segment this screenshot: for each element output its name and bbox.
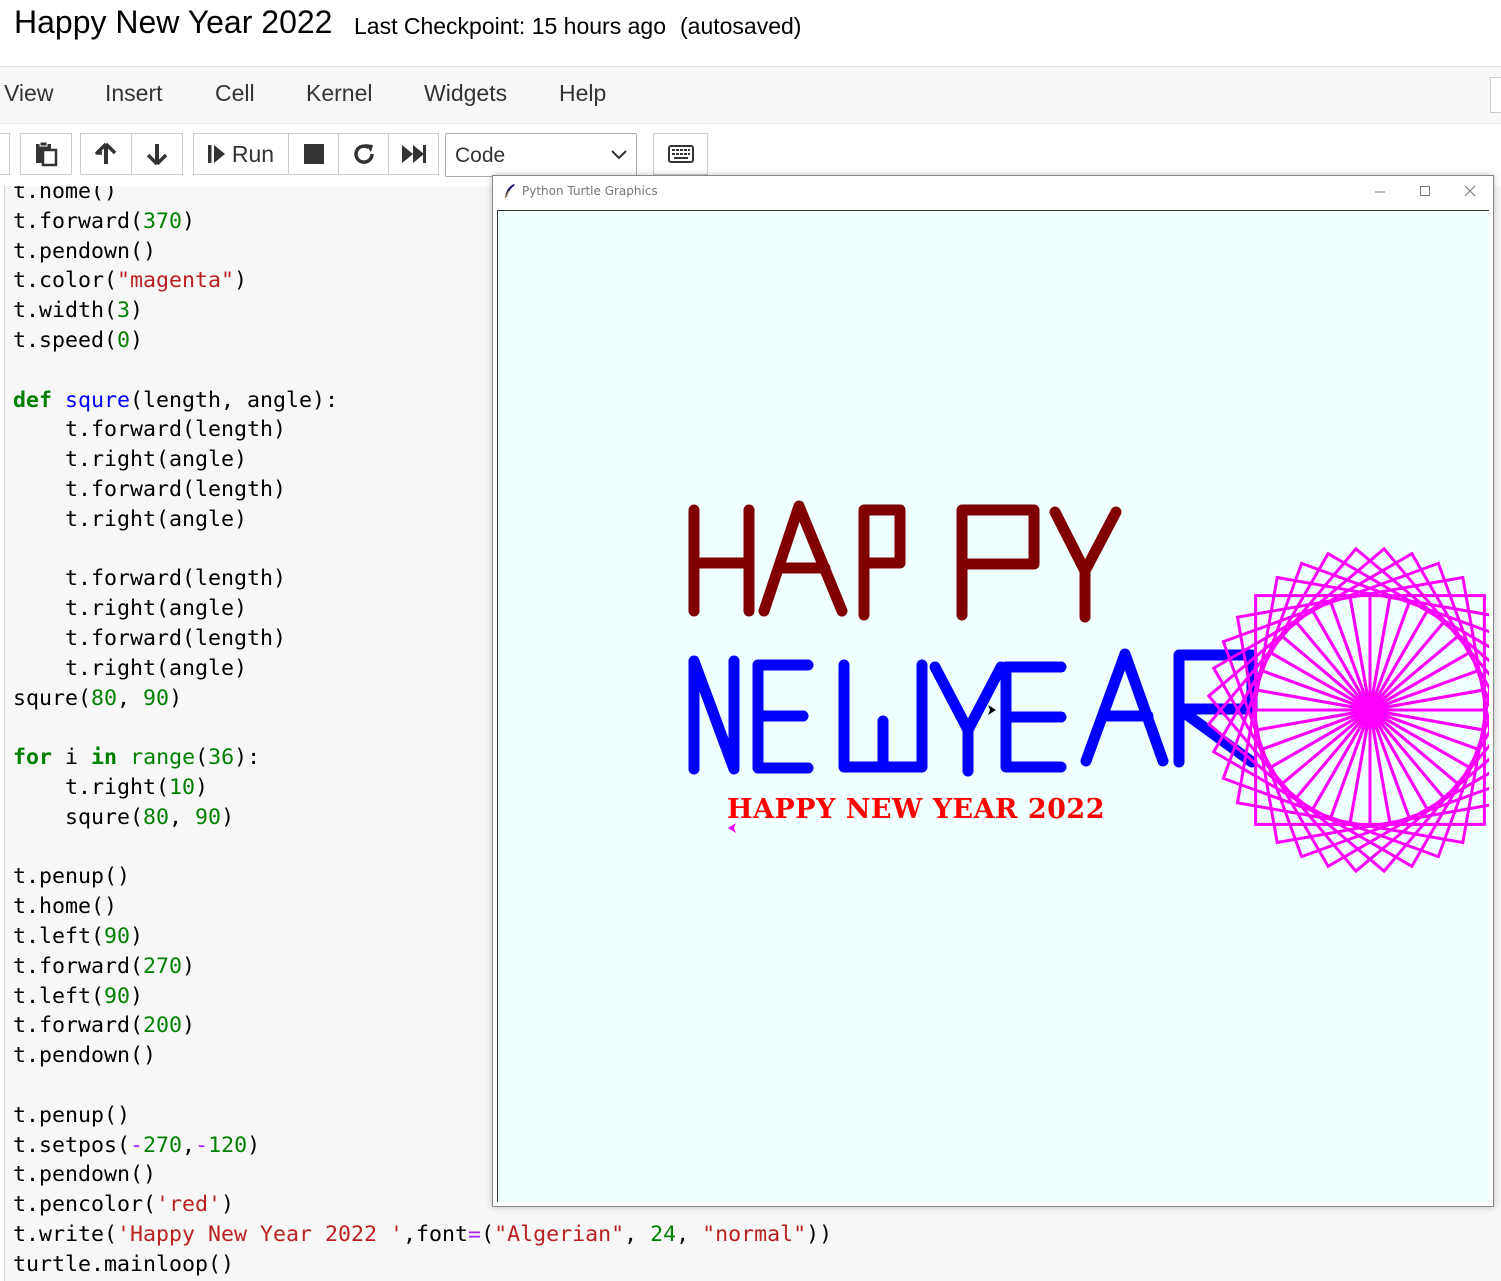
code-line: t.penup() [13, 1102, 131, 1128]
code-line: squre(80, 90) [13, 685, 183, 711]
code-line: t.penup() [13, 864, 131, 890]
command-palette-button[interactable] [653, 133, 708, 175]
move-down-icon [146, 144, 168, 166]
stop-icon [303, 144, 324, 164]
code-line: t.left(90) [13, 923, 144, 949]
move-down-button[interactable] [131, 133, 183, 175]
code-line: t.forward(200) [13, 1013, 196, 1039]
window-title: Python Turtle Graphics [522, 184, 658, 198]
mouse-pointer-icon [988, 705, 996, 715]
code-line: squre(80, 90) [13, 804, 235, 830]
menu-help[interactable]: Help [559, 80, 606, 107]
new-year-text-drawing [688, 648, 1258, 777]
code-line: t.left(90) [13, 983, 144, 1009]
chevron-down-icon [611, 150, 627, 160]
fast-forward-icon [401, 145, 426, 163]
autosave-status: (autosaved) [680, 13, 802, 39]
turtle-drawing [688, 500, 1489, 874]
copy-button[interactable] [0, 133, 10, 175]
menu-widgets[interactable]: Widgets [424, 80, 507, 107]
menu-cell[interactable]: Cell [215, 80, 255, 107]
menu-insert[interactable]: Insert [105, 80, 163, 107]
code-line: t.forward(length) [13, 476, 287, 502]
code-line: t.home() [13, 894, 118, 920]
code-line: t.right(10) [13, 774, 209, 800]
turtle-graphics-window[interactable]: Python Turtle Graphics HAPPY NEW YEAR 20… [492, 175, 1494, 1207]
code-line: t.right(angle) [13, 655, 248, 681]
code-line: t.width(3) [13, 298, 144, 324]
code-line: t.pendown() [13, 238, 157, 264]
close-icon[interactable] [1459, 182, 1481, 202]
happy-text-drawing [688, 500, 1122, 623]
feather-icon [504, 184, 515, 199]
code-line: t.speed(0) [13, 327, 144, 353]
code-line: t.forward(length) [13, 566, 287, 592]
code-line: t.write('Happy New Year 2022 ',font=("Al… [13, 1221, 833, 1247]
checkpoint-status: Last Checkpoint: 15 hours ago [354, 13, 666, 39]
code-line: t.right(angle) [13, 447, 248, 473]
move-up-icon [95, 142, 117, 164]
cell-type-value: Code [455, 144, 506, 167]
paste-icon [36, 141, 58, 167]
turtle-canvas: HAPPY NEW YEAR 2022 [497, 210, 1489, 1202]
maximize-icon[interactable] [1414, 182, 1436, 202]
keyboard-icon [667, 145, 694, 163]
run-icon [207, 145, 225, 163]
greeting-text: HAPPY NEW YEAR 2022 [727, 794, 1106, 825]
code-line: t.forward(length) [13, 625, 287, 651]
notebook-header: Happy New Year 2022 Last Checkpoint: 15 … [0, 0, 1501, 67]
window-titlebar[interactable]: Python Turtle Graphics [493, 176, 1493, 208]
menu-kernel[interactable]: Kernel [306, 80, 372, 107]
code-line: t.pendown() [13, 1043, 157, 1069]
interrupt-button[interactable] [288, 133, 339, 175]
code-line: t.pencolor('red') [13, 1192, 235, 1218]
code-line: t.color("magenta") [13, 268, 248, 294]
minimize-icon[interactable] [1369, 182, 1391, 202]
code-line: turtle.mainloop() [13, 1251, 235, 1277]
code-line: t.right(angle) [13, 506, 248, 532]
paste-button[interactable] [20, 133, 72, 175]
code-line: def squre(length, angle): [13, 387, 339, 413]
code-line: t.setpos(-270,-120) [13, 1132, 261, 1158]
cell-type-select[interactable]: Code [445, 133, 637, 177]
restart-icon [353, 144, 374, 164]
code-line: t.forward(length) [13, 417, 287, 443]
move-up-button[interactable] [80, 133, 132, 175]
restart-run-all-button[interactable] [388, 133, 439, 175]
code-line: t.home() [13, 186, 118, 204]
kernel-indicator [1490, 77, 1501, 113]
notebook-title[interactable]: Happy New Year 2022 [14, 4, 332, 41]
menu-view[interactable]: View [4, 80, 53, 107]
restart-button[interactable] [338, 133, 389, 175]
code-line: t.forward(370) [13, 208, 196, 234]
code-line: t.right(angle) [13, 596, 248, 622]
run-label: Run [231, 140, 275, 167]
code-line: for i in range(36): [13, 745, 261, 771]
code-line: t.pendown() [13, 1162, 157, 1188]
menubar: View Insert Cell Kernel Widgets Help [0, 67, 1501, 124]
code-line: t.forward(270) [13, 953, 196, 979]
run-button[interactable]: Run [193, 133, 289, 175]
